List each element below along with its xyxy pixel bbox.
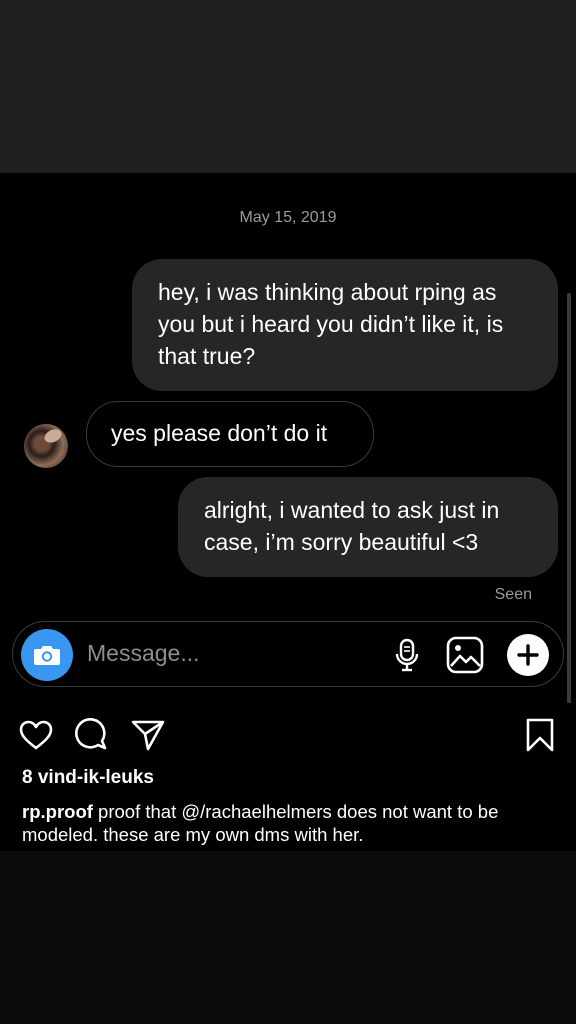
bottom-margin (0, 851, 576, 1024)
caption-text: proof that @/rachaelhelmers does not wan… (22, 801, 499, 845)
comment-icon[interactable] (72, 715, 112, 755)
plus-icon[interactable] (507, 634, 549, 676)
avatar (24, 424, 68, 468)
post-footer: 8 vind-ik-leuks rp.proof proof that @/ra… (0, 703, 576, 851)
heart-icon[interactable] (16, 715, 56, 755)
chat-date: May 15, 2019 (239, 209, 337, 226)
microphone-icon[interactable] (387, 635, 427, 675)
seen-status: Seen (494, 586, 532, 603)
top-margin (0, 0, 576, 173)
message-composer[interactable]: Message... (12, 621, 564, 687)
share-icon[interactable] (128, 715, 168, 755)
post-actions (0, 715, 576, 755)
scrollbar[interactable] (567, 293, 571, 723)
camera-icon[interactable] (21, 629, 73, 681)
gallery-icon[interactable] (445, 635, 485, 675)
like-count[interactable]: 8 vind-ik-leuks (22, 767, 154, 789)
dm-screenshot: May 15, 2019 hey, i was thinking about r… (0, 173, 576, 723)
incoming-message-bubble: yes please don’t do it (86, 401, 374, 467)
caption-username[interactable]: rp.proof (22, 801, 93, 822)
outgoing-message-bubble: alright, i wanted to ask just in case, i… (178, 477, 558, 577)
bookmark-icon[interactable] (520, 715, 560, 755)
outgoing-message-bubble: hey, i was thinking about rping as you b… (132, 259, 558, 391)
message-input[interactable]: Message... (87, 640, 200, 667)
post-caption: rp.proof proof that @/rachaelhelmers doe… (22, 800, 562, 846)
